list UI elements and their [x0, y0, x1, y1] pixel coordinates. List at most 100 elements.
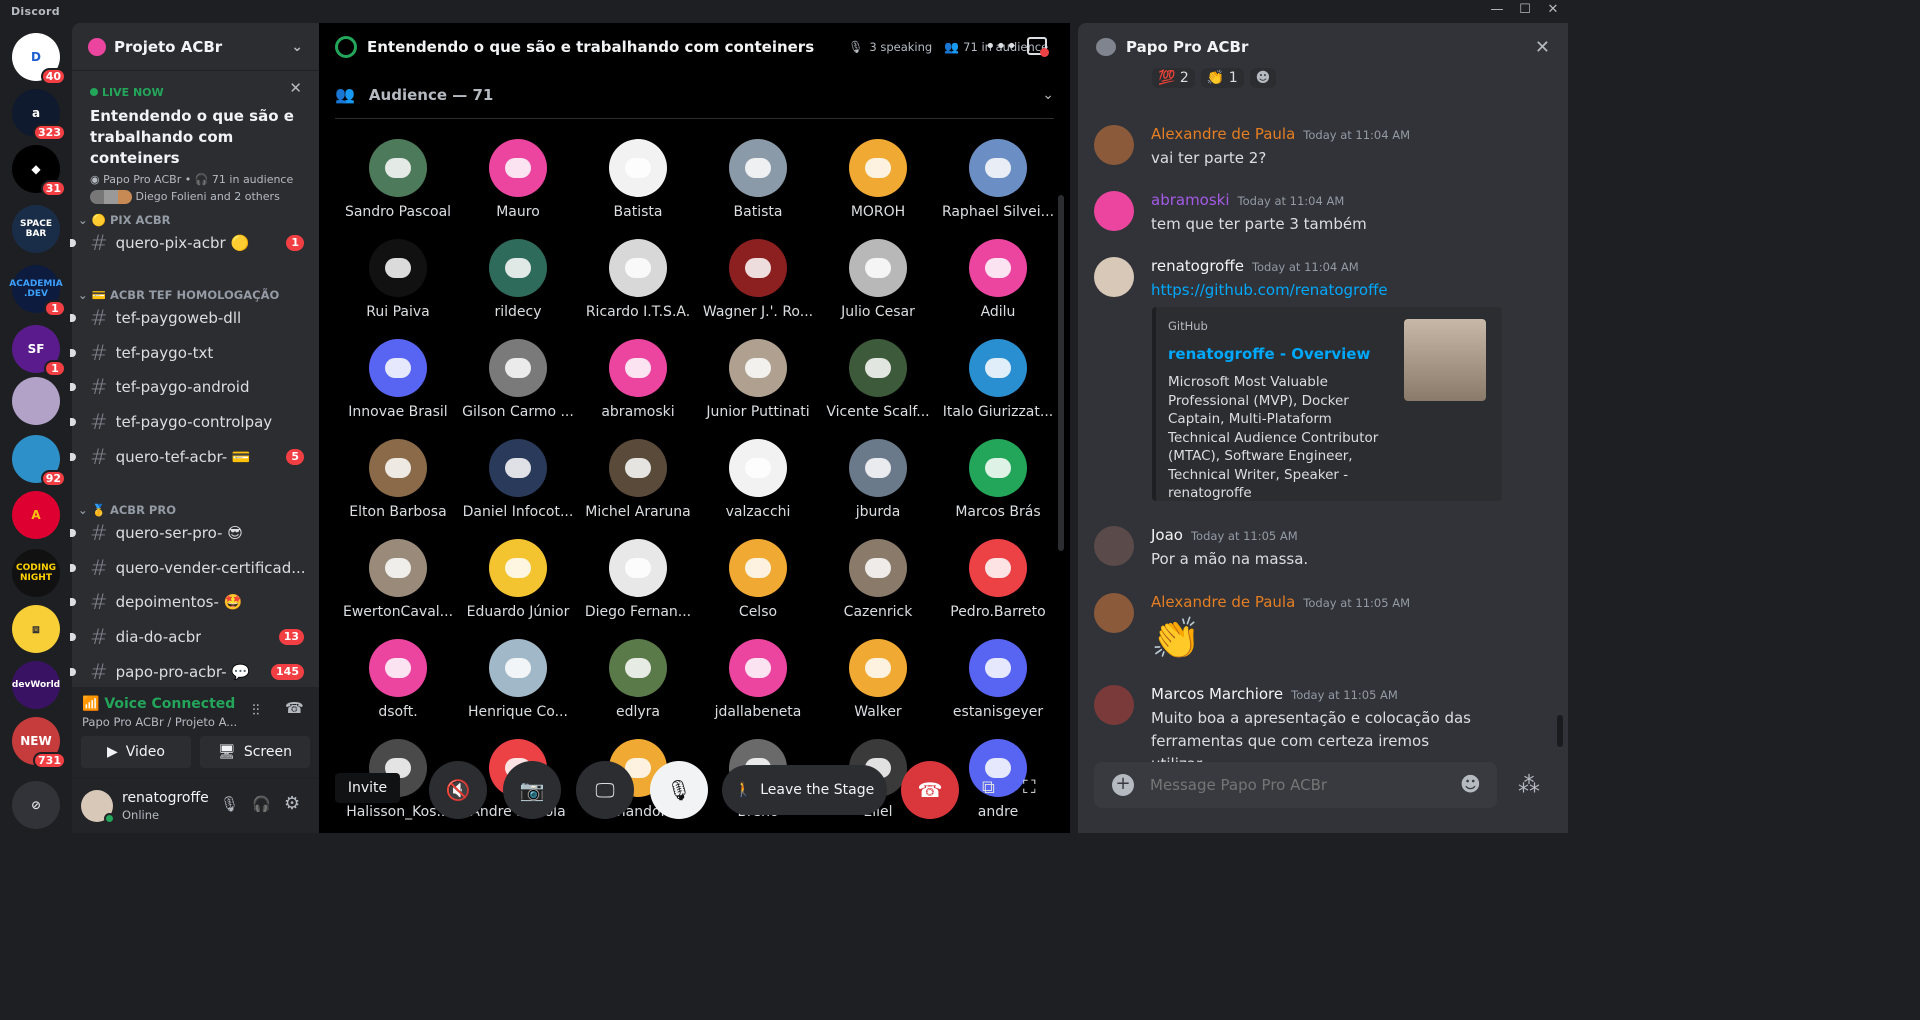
- message-author[interactable]: Marcos Marchiore Today at 11:05 AM: [1151, 685, 1398, 703]
- audience-member[interactable]: estanisgeyer: [939, 639, 1057, 739]
- audience-member[interactable]: Elton Barbosa: [339, 439, 457, 539]
- discover-icon[interactable]: ⊘: [12, 781, 60, 829]
- audience-member[interactable]: Sandro Pascoal: [339, 139, 457, 239]
- avatar[interactable]: [1094, 593, 1134, 633]
- audience-member[interactable]: Junior Puttinati: [699, 339, 817, 439]
- embed-thumbnail[interactable]: [1404, 319, 1486, 401]
- channel-category[interactable]: ⌄ 🟡 PIX ACBR: [78, 213, 171, 227]
- audience-member[interactable]: Pedro.Barreto: [939, 539, 1057, 639]
- audience-member[interactable]: rildecy: [459, 239, 577, 339]
- avatar[interactable]: [1094, 257, 1134, 297]
- audience-member[interactable]: Diego Fernan...: [579, 539, 697, 639]
- avatar[interactable]: [1094, 685, 1134, 725]
- audience-member[interactable]: Wagner J.'. Ro...: [699, 239, 817, 339]
- avatar[interactable]: [1094, 526, 1134, 566]
- audience-member[interactable]: MOROH: [819, 139, 937, 239]
- audience-member[interactable]: Eduardo Júnior: [459, 539, 577, 639]
- message-author[interactable]: renatogroffe Today at 11:04 AM: [1151, 257, 1359, 275]
- server-icon[interactable]: ⧈: [12, 605, 60, 653]
- server-header[interactable]: Projeto ACBr ⌄: [72, 23, 319, 71]
- chat-scrollbar[interactable]: [1557, 715, 1563, 747]
- apps-icon[interactable]: ⁂: [1518, 773, 1540, 798]
- channel-item[interactable]: # quero-pix-acbr 🟡 1: [70, 227, 312, 259]
- audience-member[interactable]: dsoft.: [339, 639, 457, 739]
- server-icon[interactable]: NEW 731: [12, 717, 66, 769]
- server-icon[interactable]: ◆ 31: [12, 145, 66, 197]
- server-icon[interactable]: CODING NIGHT: [12, 549, 60, 597]
- audience-member[interactable]: Batista: [579, 139, 697, 239]
- channel-item[interactable]: # quero-vender-certificad...: [70, 552, 312, 584]
- audience-member[interactable]: abramoski: [579, 339, 697, 439]
- share-screen-button[interactable]: 🖵: [576, 761, 634, 819]
- channel-item[interactable]: # depoimentos- 🤩: [70, 586, 312, 618]
- server-icon[interactable]: SF 1: [12, 325, 66, 377]
- channel-item[interactable]: # tef-paygoweb-dll: [70, 302, 312, 334]
- audience-member[interactable]: Julio Cesar: [819, 239, 937, 339]
- channel-category[interactable]: ⌄ 🥇 ACBR PRO: [78, 503, 176, 517]
- reaction-clap[interactable]: 👏 1: [1200, 68, 1244, 88]
- minimize-button[interactable]: —: [1482, 2, 1512, 17]
- voice-location[interactable]: Papo Pro ACBr / Projeto A...: [82, 715, 237, 729]
- audience-member[interactable]: valzacchi: [699, 439, 817, 539]
- audience-member[interactable]: Walker: [819, 639, 937, 739]
- audience-header[interactable]: 👥 Audience — 71 ⌄: [335, 71, 1054, 119]
- popout-icon[interactable]: ⧉: [982, 777, 995, 798]
- add-attachment-icon[interactable]: +: [1112, 774, 1134, 796]
- live-now-card[interactable]: LIVE NOW ✕ Entendendo o que são e trabal…: [80, 79, 310, 204]
- audience-member[interactable]: Henrique Co...: [459, 639, 577, 739]
- disconnect-button[interactable]: ☎: [901, 761, 959, 819]
- channel-item[interactable]: # quero-tef-acbr- 💳 5: [70, 441, 312, 473]
- server-icon[interactable]: [12, 377, 60, 425]
- avatar[interactable]: [1094, 191, 1134, 231]
- audience-member[interactable]: edlyra: [579, 639, 697, 739]
- audience-member[interactable]: Italo Giurizzat...: [939, 339, 1057, 439]
- audience-member[interactable]: Celso: [699, 539, 817, 639]
- message-author[interactable]: Joao Today at 11:05 AM: [1151, 526, 1298, 544]
- message-author[interactable]: abramoski Today at 11:04 AM: [1151, 191, 1344, 209]
- audience-member[interactable]: jburda: [819, 439, 937, 539]
- audience-member[interactable]: Marcos Brás: [939, 439, 1057, 539]
- popout-icon[interactable]: [1027, 37, 1049, 57]
- server-icon[interactable]: 92: [12, 435, 66, 487]
- mic-button[interactable]: 🎙: [650, 761, 708, 819]
- audience-member[interactable]: Innovae Brasil: [339, 339, 457, 439]
- more-options-icon[interactable]: •••: [985, 36, 1017, 57]
- audience-member[interactable]: Michel Araruna: [579, 439, 697, 539]
- channel-item[interactable]: # quero-ser-pro- 😎: [70, 517, 312, 549]
- leave-stage-button[interactable]: 🚶 Leave the Stage: [722, 765, 887, 815]
- audience-member[interactable]: Vicente Scalf...: [819, 339, 937, 439]
- message-author[interactable]: Alexandre de Paula Today at 11:05 AM: [1151, 593, 1410, 611]
- reaction-hundred[interactable]: 💯 2: [1152, 68, 1195, 88]
- message-text[interactable]: https://github.com/renatogroffe: [1151, 279, 1388, 302]
- audience-member[interactable]: Raphael Silvei...: [939, 139, 1057, 239]
- avatar[interactable]: [1094, 125, 1134, 165]
- disconnect-icon[interactable]: ☎: [285, 699, 304, 717]
- message-input[interactable]: [1150, 774, 1440, 796]
- maximize-button[interactable]: ☐: [1510, 2, 1540, 17]
- microphone-icon[interactable]: 🎙: [220, 795, 239, 813]
- server-icon[interactable]: devWorld: [12, 661, 60, 709]
- audience-member[interactable]: Rui Paiva: [339, 239, 457, 339]
- audience-member[interactable]: Batista: [699, 139, 817, 239]
- add-reaction-button[interactable]: ☻: [1249, 68, 1277, 88]
- gear-icon[interactable]: ⚙: [284, 793, 300, 814]
- embed-title[interactable]: renatogroffe - Overview: [1168, 345, 1370, 363]
- server-icon[interactable]: SPACE BAR: [12, 205, 60, 253]
- audience-member[interactable]: Gilson Carmo ...: [459, 339, 577, 439]
- invite-button[interactable]: Invite: [335, 773, 400, 803]
- audience-member[interactable]: Mauro: [459, 139, 577, 239]
- channel-category[interactable]: ⌄ 💳 ACBR TEF HOMOLOGAÇÃO: [78, 288, 279, 302]
- server-icon[interactable]: A: [12, 491, 60, 539]
- audience-member[interactable]: EwertonCaval...: [339, 539, 457, 639]
- audience-member[interactable]: Ricardo I.T.S.A.: [579, 239, 697, 339]
- audience-member[interactable]: Adilu: [939, 239, 1057, 339]
- channel-item[interactable]: # tef-paygo-android: [70, 371, 312, 403]
- server-icon[interactable]: a 323: [12, 89, 66, 141]
- noise-suppression-icon[interactable]: ⫶⫶: [252, 701, 260, 719]
- close-icon[interactable]: ✕: [1535, 37, 1550, 58]
- audience-member[interactable]: jdallabeneta: [699, 639, 817, 739]
- server-icon[interactable]: ACADEMIA .DEV 1: [9, 265, 66, 317]
- server-icon[interactable]: D 40: [12, 33, 66, 85]
- headphones-icon[interactable]: 🎧: [252, 795, 271, 813]
- emoji-icon[interactable]: ☻: [1460, 772, 1481, 796]
